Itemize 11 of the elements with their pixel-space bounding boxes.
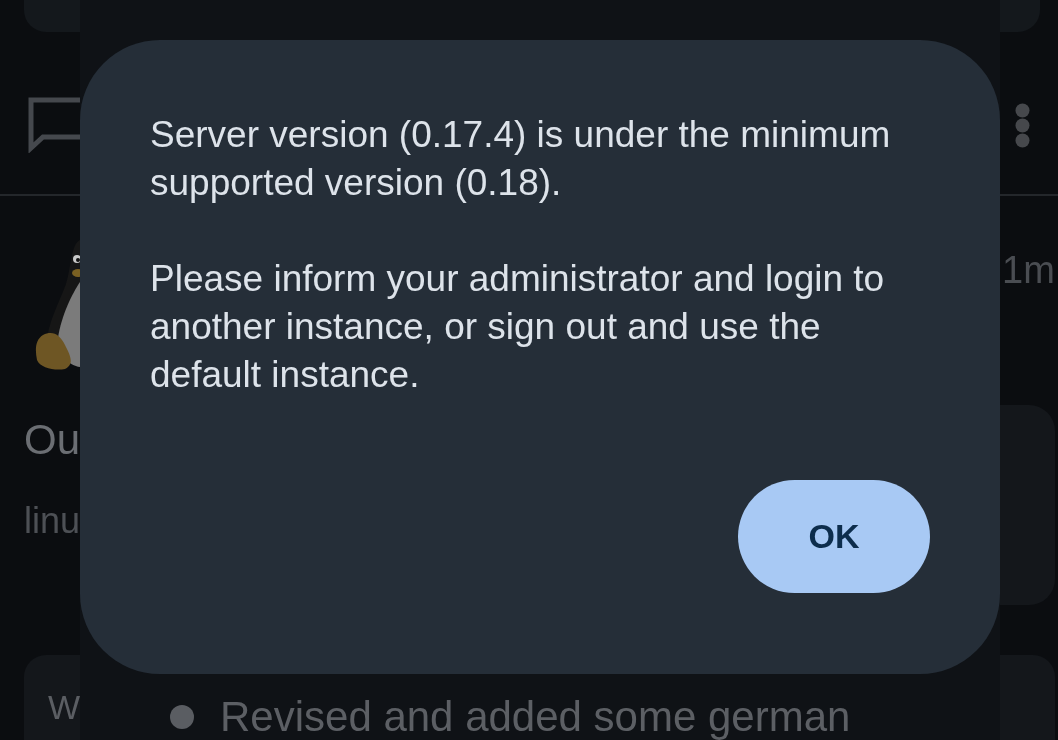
content-heading: W xyxy=(48,687,81,727)
comment-icon[interactable] xyxy=(28,97,80,153)
list-item-text: Revised and added some german xyxy=(220,694,851,740)
community-name: linu xyxy=(24,499,81,543)
dialog-message: Server version (0.17.4) is under the minimum supported version (0.18). xyxy=(150,113,892,205)
post-title: Ou xyxy=(24,415,81,465)
post-age: 1m xyxy=(1002,248,1055,292)
bullet-icon xyxy=(170,705,194,729)
more-options-icon[interactable] xyxy=(1015,103,1030,148)
dialog-message: Please inform your administrator and login to another instance, or sign out and use the default instance. xyxy=(150,257,886,397)
ok-button[interactable]: OK xyxy=(738,480,930,593)
